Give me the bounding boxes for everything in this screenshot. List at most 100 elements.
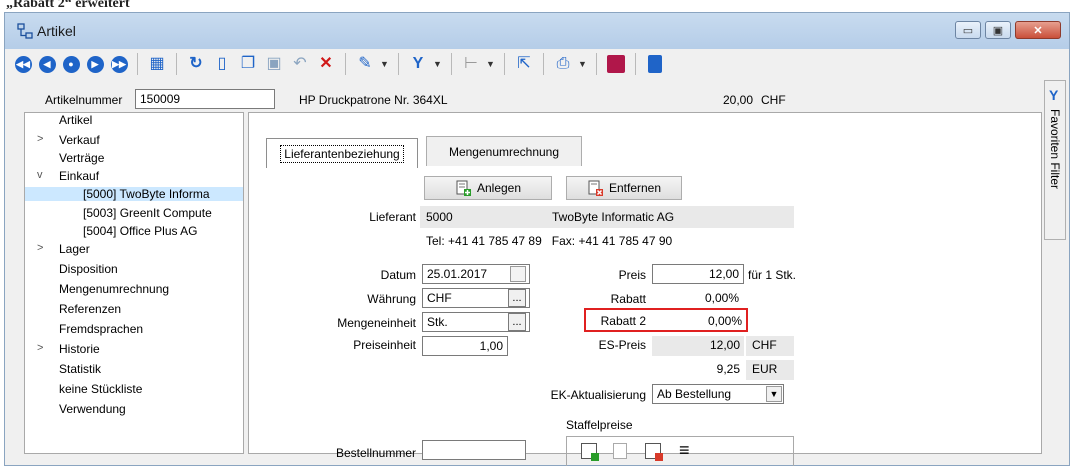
toolbar-separator [451,53,452,75]
waehrung-label: Währung [367,292,416,306]
datum-label: Datum [380,268,416,282]
espreis-currency: CHF [746,336,794,356]
chevron-right-icon[interactable]: > [37,242,43,254]
filter-icon[interactable]: Y [407,53,429,75]
last-record-icon[interactable]: ▶▶ [109,53,129,75]
article-currency: CHF [761,93,786,107]
undo-icon[interactable]: ↶ [289,53,311,75]
add-row-icon[interactable] [581,443,599,461]
pen-icon[interactable]: ✎ [354,53,376,75]
chevron-right-icon[interactable]: > [37,342,43,354]
artikelnummer-label: Artikelnummer [45,93,123,107]
copy-document-icon[interactable]: ❐ [237,53,259,75]
article-tree-icon [17,23,33,39]
chevron-down-icon[interactable]: ▼ [486,59,496,69]
filter-icon: Y [1049,87,1059,103]
tree-item-verwendung[interactable]: Verwendung [59,402,126,416]
article-price: 20,00 [723,93,754,107]
waehrung-picker-button[interactable]: ... [508,289,526,307]
tree-item-artikel[interactable]: Artikel [59,113,92,127]
espreis-eur-currency: EUR [746,360,794,380]
remove-document-icon [588,180,603,196]
delete-icon[interactable]: ✕ [315,53,337,75]
tree-item-supplier-5003[interactable]: [5003] GreenIt Compute [83,206,212,220]
chevron-down-icon[interactable]: ▼ [766,386,782,402]
rabatt-field[interactable]: 0,00% [652,288,744,308]
close-button[interactable]: ✕ [1015,21,1061,39]
artikelnummer-field[interactable]: 150009 [135,89,275,109]
ek-aktualisierung-select[interactable]: Ab Bestellung [652,384,784,404]
chevron-down-icon[interactable]: ▼ [380,59,390,69]
tree-item-fremdsprachen[interactable]: Fremdsprachen [59,322,143,336]
anlegen-label: Anlegen [476,181,522,195]
tab-label: Mengenumrechnung [448,144,560,159]
tree-item-referenzen[interactable]: Referenzen [59,302,121,316]
tree-item-disposition[interactable]: Disposition [59,262,118,276]
maximize-button[interactable]: ▣ [985,21,1011,39]
edit-row-icon[interactable] [613,443,627,459]
tree-item-mengenumrechnung[interactable]: Mengenumrechnung [59,282,169,296]
espreis-field: 12,00 [652,336,744,356]
lieferant-name: TwoByte Informatic AG [552,210,675,224]
preis-field[interactable]: 12,00 [652,264,744,284]
entfernen-button[interactable]: Entfernen [566,176,682,200]
rabatt2-field[interactable]: 0,00% [652,314,742,328]
tab-label: Lieferantenbeziehung [280,144,404,163]
delete-row-icon[interactable] [645,443,663,461]
window-title: Artikel [37,23,76,39]
minimize-button[interactable]: ▭ [955,21,981,39]
lieferant-number: 5000 [426,210,453,224]
anlegen-button[interactable]: Anlegen [424,176,552,200]
app-icon[interactable] [605,53,627,75]
tree-item-supplier-5000[interactable]: [5000] TwoByte Informa [25,187,243,201]
entfernen-label: Entfernen [608,181,662,195]
chevron-down-icon[interactable]: ▼ [433,59,443,69]
toolbar-separator [176,53,177,75]
lieferant-label: Lieferant [369,210,416,224]
mengeneinheit-picker-button[interactable]: ... [508,313,526,331]
next-record-icon[interactable]: ▶ [85,53,105,75]
chevron-down-icon[interactable]: v [37,169,43,181]
tree-item-verkauf[interactable]: Verkauf [59,133,100,147]
bestellnummer-label: Bestellnummer [335,446,416,460]
favorites-filter-sidebar[interactable]: Y Favoriten Filter [1044,80,1066,240]
reset-icon[interactable]: ● [61,53,81,75]
preiseinheit-label: Preiseinheit [353,338,416,352]
tree-item-vertraege[interactable]: Verträge [59,151,104,165]
ek-aktualisierung-label: EK-Aktualisierung [550,388,646,402]
chevron-right-icon[interactable]: > [37,133,43,145]
blue-document-icon[interactable] [644,53,666,75]
print-icon[interactable]: ⎙ [552,53,574,75]
toolbar-separator [504,53,505,75]
preis-suffix: für 1 Stk. [748,268,797,282]
preiseinheit-field[interactable]: 1,00 [422,336,508,356]
tree-icon[interactable]: ⊢ [460,53,482,75]
tree-item-statistik[interactable]: Statistik [59,362,101,376]
chevron-down-icon[interactable]: ▼ [578,59,588,69]
save-icon[interactable]: ▣ [263,53,285,75]
rabatt-label: Rabatt [610,292,646,306]
first-record-icon[interactable]: ◀◀ [13,53,33,75]
tree-item-einkauf[interactable]: Einkauf [59,169,99,183]
tree-item-lager[interactable]: Lager [59,242,90,256]
toolbar-separator [596,53,597,75]
bestellnummer-field[interactable] [422,440,526,460]
tree-item-supplier-5004[interactable]: [5004] Office Plus AG [83,224,198,238]
tab-lieferantenbeziehung[interactable]: Lieferantenbeziehung [266,138,418,168]
toolbar-separator [398,53,399,75]
tree-item-stueckliste[interactable]: keine Stückliste [59,382,142,396]
add-document-icon [456,180,471,196]
refresh-icon[interactable]: ↻ [185,53,207,75]
calendar-icon[interactable] [510,266,526,282]
menu-icon[interactable]: ≡ [679,441,690,459]
previous-record-icon[interactable]: ◀ [37,53,57,75]
lieferant-contact: Tel: +41 41 785 47 89 Fax: +41 41 785 47… [426,234,673,248]
mengeneinheit-label: Mengeneinheit [337,316,416,330]
new-document-icon[interactable]: ▯ [211,53,233,75]
cursor-select-icon[interactable]: ⇱ [513,53,535,75]
tree-item-historie[interactable]: Historie [59,342,100,356]
table-view-icon[interactable]: ▦ [146,53,168,75]
preis-label: Preis [618,268,646,282]
tab-mengenumrechnung[interactable]: Mengenumrechnung [426,136,582,166]
espreis-label: ES-Preis [598,338,646,352]
